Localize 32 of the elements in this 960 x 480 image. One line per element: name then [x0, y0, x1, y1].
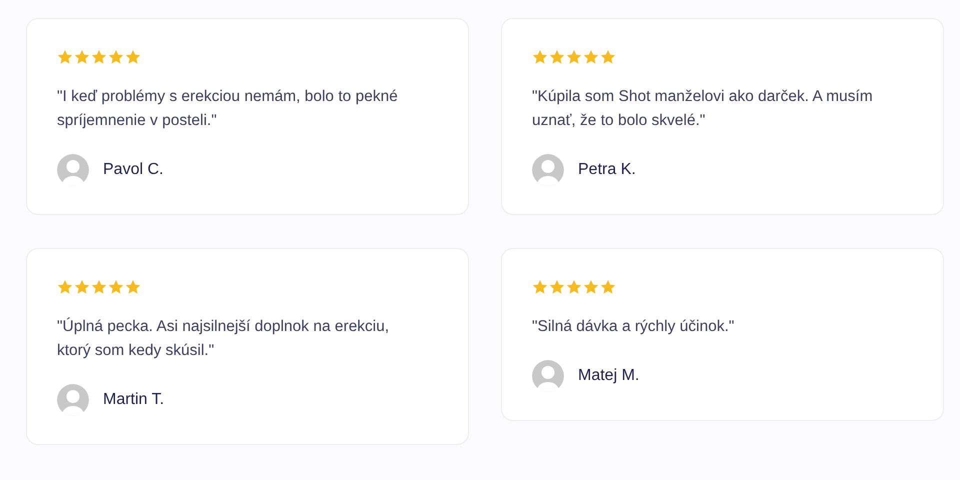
star-icon	[549, 279, 565, 295]
review-text: "Silná dávka a rýchly účinok."	[532, 317, 736, 337]
review-text: "Kúpila som Shot manželovi ako darček. A musím uznať, že to bolo skvelé."	[532, 87, 874, 131]
star-icon	[91, 279, 107, 295]
star-icon	[583, 279, 599, 295]
author-name: Pavol C.	[103, 161, 164, 179]
avatar-icon	[57, 154, 89, 186]
star-icon	[549, 49, 565, 65]
star-icon	[91, 49, 107, 65]
star-icon	[566, 49, 582, 65]
avatar-icon	[532, 360, 564, 392]
star-icon	[57, 49, 73, 65]
star-icon	[532, 49, 548, 65]
star-icon	[108, 279, 124, 295]
star-icon	[74, 49, 90, 65]
star-icon	[125, 279, 141, 295]
review-text: "I keď problémy s erekciou nemám, bolo to pekné spríjemnenie v posteli."	[57, 87, 399, 131]
author-name: Martin T.	[103, 391, 164, 409]
star-icon	[125, 49, 141, 65]
avatar-icon	[532, 154, 564, 186]
star-icon	[600, 49, 616, 65]
star-icon	[600, 279, 616, 295]
author-name: Matej M.	[578, 367, 640, 385]
star-icon	[57, 279, 73, 295]
star-icon	[566, 279, 582, 295]
review-text: "Úplná pecka. Asi najsilnejší doplnok na erekciu, ktorý som kedy skúsil."	[57, 316, 390, 361]
star-icon	[532, 279, 548, 295]
star-icon	[583, 49, 599, 65]
star-icon	[74, 279, 90, 295]
author-name: Petra K.	[578, 161, 636, 179]
star-icon	[108, 49, 124, 65]
avatar-icon	[57, 384, 89, 416]
